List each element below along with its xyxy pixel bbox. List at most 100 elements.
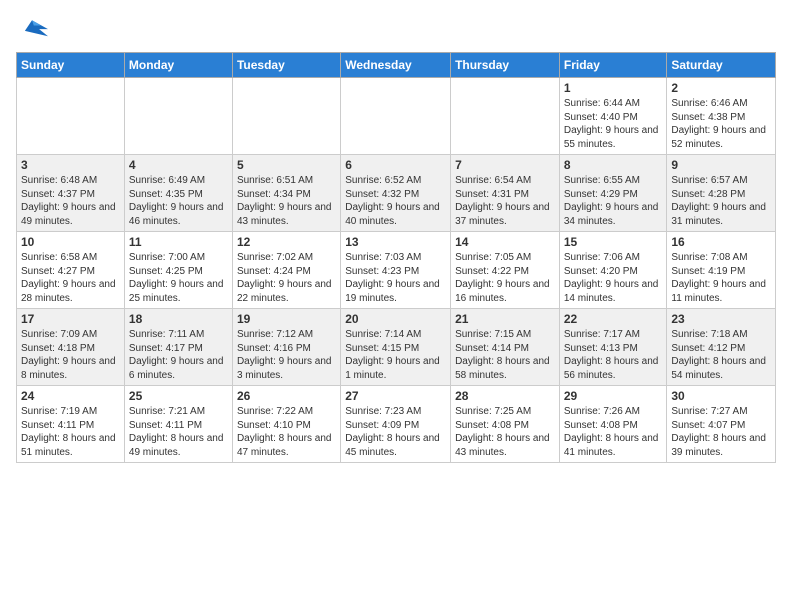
day-number: 3 — [21, 158, 120, 172]
day-cell: 1 Sunrise: 6:44 AM Sunset: 4:40 PM Daylig… — [559, 78, 667, 155]
day-number: 27 — [345, 389, 446, 403]
week-row-1: 1 Sunrise: 6:44 AM Sunset: 4:40 PM Daylig… — [17, 78, 776, 155]
day-cell: 8 Sunrise: 6:55 AM Sunset: 4:29 PM Daylig… — [559, 155, 667, 232]
day-number: 9 — [671, 158, 771, 172]
calendar-table: SundayMondayTuesdayWednesdayThursdayFrid… — [16, 52, 776, 463]
day-cell — [341, 78, 451, 155]
calendar-header-sunday: Sunday — [17, 53, 125, 78]
day-cell: 2 Sunrise: 6:46 AM Sunset: 4:38 PM Daylig… — [667, 78, 776, 155]
day-info: Sunrise: 7:25 AM Sunset: 4:08 PM Dayligh… — [455, 405, 555, 459]
day-number: 22 — [564, 312, 663, 326]
day-info: Sunrise: 7:02 AM Sunset: 4:24 PM Dayligh… — [237, 251, 336, 305]
day-number: 19 — [237, 312, 336, 326]
day-number: 15 — [564, 235, 663, 249]
day-number: 2 — [671, 81, 771, 95]
day-info: Sunrise: 6:54 AM Sunset: 4:31 PM Dayligh… — [455, 174, 555, 228]
day-number: 24 — [21, 389, 120, 403]
day-cell: 3 Sunrise: 6:48 AM Sunset: 4:37 PM Daylig… — [17, 155, 125, 232]
calendar-header-thursday: Thursday — [451, 53, 560, 78]
day-cell: 13 Sunrise: 7:03 AM Sunset: 4:23 PM Dayli… — [341, 232, 451, 309]
day-info: Sunrise: 6:58 AM Sunset: 4:27 PM Dayligh… — [21, 251, 120, 305]
day-cell: 9Sunrise: 6:57 AM Sunset: 4:28 PM Daylig… — [667, 155, 776, 232]
logo-icon — [16, 16, 48, 44]
day-number: 14 — [455, 235, 555, 249]
day-info: Sunrise: 6:48 AM Sunset: 4:37 PM Dayligh… — [21, 174, 120, 228]
day-info: Sunrise: 6:44 AM Sunset: 4:40 PM Dayligh… — [564, 97, 663, 151]
calendar-header-wednesday: Wednesday — [341, 53, 451, 78]
day-cell: 25Sunrise: 7:21 AM Sunset: 4:11 PM Dayli… — [124, 386, 232, 463]
calendar-header-row: SundayMondayTuesdayWednesdayThursdayFrid… — [17, 53, 776, 78]
day-number: 16 — [671, 235, 771, 249]
week-row-5: 24 Sunrise: 7:19 AM Sunset: 4:11 PM Dayli… — [17, 386, 776, 463]
day-info: Sunrise: 7:12 AM Sunset: 4:16 PM Dayligh… — [237, 328, 336, 382]
day-info: Sunrise: 6:52 AM Sunset: 4:32 PM Dayligh… — [345, 174, 446, 228]
day-info: Sunrise: 7:26 AM Sunset: 4:08 PM Dayligh… — [564, 405, 663, 459]
day-cell: 12 Sunrise: 7:02 AM Sunset: 4:24 PM Dayli… — [232, 232, 340, 309]
day-number: 30 — [671, 389, 771, 403]
day-cell — [124, 78, 232, 155]
day-number: 4 — [129, 158, 228, 172]
day-cell: 5 Sunrise: 6:51 AM Sunset: 4:34 PM Daylig… — [232, 155, 340, 232]
day-number: 29 — [564, 389, 663, 403]
day-cell: 24 Sunrise: 7:19 AM Sunset: 4:11 PM Dayli… — [17, 386, 125, 463]
day-number: 23 — [671, 312, 771, 326]
day-info: Sunrise: 7:08 AM Sunset: 4:19 PM Dayligh… — [671, 251, 771, 305]
day-info: Sunrise: 7:17 AM Sunset: 4:13 PM Dayligh… — [564, 328, 663, 382]
day-info: Sunrise: 7:23 AM Sunset: 4:09 PM Dayligh… — [345, 405, 446, 459]
day-number: 1 — [564, 81, 663, 95]
day-cell — [451, 78, 560, 155]
day-cell: 20Sunrise: 7:14 AM Sunset: 4:15 PM Dayli… — [341, 309, 451, 386]
day-info: Sunrise: 7:15 AM Sunset: 4:14 PM Dayligh… — [455, 328, 555, 382]
day-info: Sunrise: 7:09 AM Sunset: 4:18 PM Dayligh… — [21, 328, 120, 382]
page-header — [16, 16, 776, 44]
day-cell: 28Sunrise: 7:25 AM Sunset: 4:08 PM Dayli… — [451, 386, 560, 463]
day-number: 7 — [455, 158, 555, 172]
day-cell: 15 Sunrise: 7:06 AM Sunset: 4:20 PM Dayli… — [559, 232, 667, 309]
day-number: 6 — [345, 158, 446, 172]
day-info: Sunrise: 6:51 AM Sunset: 4:34 PM Dayligh… — [237, 174, 336, 228]
day-cell: 17 Sunrise: 7:09 AM Sunset: 4:18 PM Dayli… — [17, 309, 125, 386]
day-cell: 11 Sunrise: 7:00 AM Sunset: 4:25 PM Dayli… — [124, 232, 232, 309]
day-cell: 10Sunrise: 6:58 AM Sunset: 4:27 PM Dayli… — [17, 232, 125, 309]
day-cell: 30Sunrise: 7:27 AM Sunset: 4:07 PM Dayli… — [667, 386, 776, 463]
day-info: Sunrise: 6:46 AM Sunset: 4:38 PM Dayligh… — [671, 97, 771, 151]
week-row-3: 10Sunrise: 6:58 AM Sunset: 4:27 PM Dayli… — [17, 232, 776, 309]
day-cell: 26 Sunrise: 7:22 AM Sunset: 4:10 PM Dayli… — [232, 386, 340, 463]
day-cell: 23 Sunrise: 7:18 AM Sunset: 4:12 PM Dayli… — [667, 309, 776, 386]
day-cell: 21 Sunrise: 7:15 AM Sunset: 4:14 PM Dayli… — [451, 309, 560, 386]
day-cell: 4Sunrise: 6:49 AM Sunset: 4:35 PM Daylig… — [124, 155, 232, 232]
logo — [16, 16, 50, 44]
day-number: 20 — [345, 312, 446, 326]
day-cell: 6 Sunrise: 6:52 AM Sunset: 4:32 PM Daylig… — [341, 155, 451, 232]
day-number: 11 — [129, 235, 228, 249]
day-cell — [17, 78, 125, 155]
day-number: 17 — [21, 312, 120, 326]
calendar-header-saturday: Saturday — [667, 53, 776, 78]
day-number: 26 — [237, 389, 336, 403]
day-info: Sunrise: 7:00 AM Sunset: 4:25 PM Dayligh… — [129, 251, 228, 305]
day-info: Sunrise: 7:05 AM Sunset: 4:22 PM Dayligh… — [455, 251, 555, 305]
day-number: 8 — [564, 158, 663, 172]
day-info: Sunrise: 7:06 AM Sunset: 4:20 PM Dayligh… — [564, 251, 663, 305]
day-cell: 7 Sunrise: 6:54 AM Sunset: 4:31 PM Daylig… — [451, 155, 560, 232]
day-number: 21 — [455, 312, 555, 326]
day-number: 5 — [237, 158, 336, 172]
day-info: Sunrise: 7:03 AM Sunset: 4:23 PM Dayligh… — [345, 251, 446, 305]
day-cell — [232, 78, 340, 155]
day-number: 12 — [237, 235, 336, 249]
day-cell: 16 Sunrise: 7:08 AM Sunset: 4:19 PM Dayli… — [667, 232, 776, 309]
day-cell: 27 Sunrise: 7:23 AM Sunset: 4:09 PM Dayli… — [341, 386, 451, 463]
calendar-header-tuesday: Tuesday — [232, 53, 340, 78]
day-cell: 18Sunrise: 7:11 AM Sunset: 4:17 PM Dayli… — [124, 309, 232, 386]
calendar-header-monday: Monday — [124, 53, 232, 78]
day-cell: 14 Sunrise: 7:05 AM Sunset: 4:22 PM Dayli… — [451, 232, 560, 309]
day-info: Sunrise: 6:55 AM Sunset: 4:29 PM Dayligh… — [564, 174, 663, 228]
week-row-4: 17 Sunrise: 7:09 AM Sunset: 4:18 PM Dayli… — [17, 309, 776, 386]
day-info: Sunrise: 7:18 AM Sunset: 4:12 PM Dayligh… — [671, 328, 771, 382]
day-number: 25 — [129, 389, 228, 403]
day-info: Sunrise: 7:19 AM Sunset: 4:11 PM Dayligh… — [21, 405, 120, 459]
day-info: Sunrise: 7:22 AM Sunset: 4:10 PM Dayligh… — [237, 405, 336, 459]
day-number: 13 — [345, 235, 446, 249]
day-cell: 29 Sunrise: 7:26 AM Sunset: 4:08 PM Dayli… — [559, 386, 667, 463]
day-cell: 19 Sunrise: 7:12 AM Sunset: 4:16 PM Dayli… — [232, 309, 340, 386]
